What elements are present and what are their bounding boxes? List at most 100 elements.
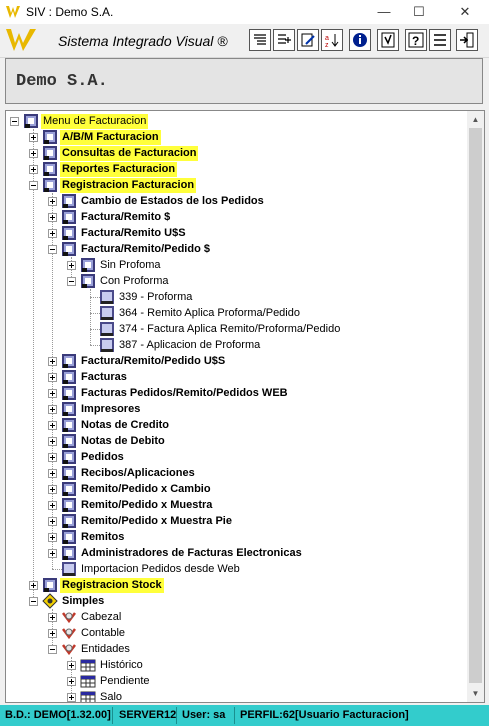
minimize-window-button[interactable]: —	[369, 0, 399, 24]
tree-node[interactable]: Cambio de Estados de los Pedidos	[6, 193, 468, 209]
tree-node[interactable]: Recibos/Aplicaciones	[6, 465, 468, 481]
tree-node[interactable]: Pedidos	[6, 449, 468, 465]
scroll-down-icon[interactable]: ▼	[467, 685, 484, 702]
collapse-icon[interactable]	[48, 645, 57, 654]
expand-icon[interactable]	[48, 469, 57, 478]
tree-node-label[interactable]: Entidades	[79, 642, 132, 657]
scroll-up-icon[interactable]: ▲	[467, 111, 484, 128]
expand-icon[interactable]	[48, 389, 57, 398]
expand-icon[interactable]	[48, 501, 57, 510]
tree-node[interactable]: Importacion Pedidos desde Web	[6, 561, 468, 577]
tree-node[interactable]: 387 - Aplicacion de Proforma	[6, 337, 468, 353]
tree-node-label[interactable]: Notas de Debito	[79, 434, 167, 449]
tree-node-label[interactable]: 387 - Aplicacion de Proforma	[117, 338, 262, 353]
collapse-icon[interactable]	[29, 181, 38, 190]
expand-icon[interactable]	[29, 581, 38, 590]
expand-icon[interactable]	[48, 197, 57, 206]
expand-icon[interactable]	[48, 517, 57, 526]
tree-node[interactable]: Reportes Facturacion	[6, 161, 468, 177]
tree-node-label[interactable]: Factura/Remito $	[79, 210, 172, 225]
collapse-icon[interactable]	[67, 277, 76, 286]
tree-node[interactable]: A/B/M Facturacion	[6, 129, 468, 145]
expand-icon[interactable]	[67, 261, 76, 270]
expand-icon[interactable]	[48, 357, 57, 366]
close-window-button[interactable]: ✕	[450, 0, 480, 24]
add-button[interactable]	[273, 29, 295, 51]
expand-icon[interactable]	[48, 421, 57, 430]
tree-node-label[interactable]: Registracion Stock	[60, 578, 164, 593]
tree-node-label[interactable]: Factura/Remito U$S	[79, 226, 188, 241]
tree-node[interactable]: Con Proforma	[6, 273, 468, 289]
tree-node-label[interactable]: Sin Profoma	[98, 258, 163, 273]
tree-node[interactable]: Remito/Pedido x Cambio	[6, 481, 468, 497]
tree-node[interactable]: 364 - Remito Aplica Proforma/Pedido	[6, 305, 468, 321]
tree-node-label[interactable]: Registracion Facturacion	[60, 178, 197, 193]
tree-node-label[interactable]: 374 - Factura Aplica Remito/Proforma/Ped…	[117, 322, 342, 337]
tree-node-label[interactable]: Histórico	[98, 658, 145, 673]
tree-node[interactable]: Factura/Remito $	[6, 209, 468, 225]
tree-node[interactable]: Remito/Pedido x Muestra	[6, 497, 468, 513]
tree-node-label[interactable]: Facturas Pedidos/Remito/Pedidos WEB	[79, 386, 290, 401]
tree-node[interactable]: Impresores	[6, 401, 468, 417]
scroll-thumb[interactable]	[469, 128, 482, 683]
expand-icon[interactable]	[48, 213, 57, 222]
tree-node-label[interactable]: Facturas	[79, 370, 129, 385]
tree-node-label[interactable]: Cambio de Estados de los Pedidos	[79, 194, 266, 209]
tree-node-label[interactable]: A/B/M Facturacion	[60, 130, 161, 145]
tree-node-label[interactable]: Salo	[98, 690, 124, 702]
tree-node-label[interactable]: Pendiente	[98, 674, 152, 689]
expand-icon[interactable]	[29, 149, 38, 158]
expand-icon[interactable]	[48, 453, 57, 462]
tree-node[interactable]: Notas de Credito	[6, 417, 468, 433]
tree-node-label[interactable]: Remitos	[79, 530, 126, 545]
collapse-icon[interactable]	[10, 117, 19, 126]
tree-node[interactable]: Sin Profoma	[6, 257, 468, 273]
expand-icon[interactable]	[29, 133, 38, 142]
collapse-icon[interactable]	[48, 245, 57, 254]
info-button[interactable]	[349, 29, 371, 51]
tree-node-label[interactable]: Simples	[60, 594, 106, 609]
sort-button[interactable]: az	[321, 29, 343, 51]
tree-node-label[interactable]: Impresores	[79, 402, 142, 417]
tree-node-label[interactable]: Cabezal	[79, 610, 123, 625]
tree-node-label[interactable]: 364 - Remito Aplica Proforma/Pedido	[117, 306, 302, 321]
tree-node[interactable]: Factura/Remito/Pedido U$S	[6, 353, 468, 369]
tree-node[interactable]: Simples	[6, 593, 468, 609]
tree-node[interactable]: Histórico	[6, 657, 468, 673]
tree-node[interactable]: Notas de Debito	[6, 433, 468, 449]
expand-icon[interactable]	[48, 549, 57, 558]
tree-node[interactable]: Entidades	[6, 641, 468, 657]
tree-node[interactable]: Remito/Pedido x Muestra Pie	[6, 513, 468, 529]
tree-node-label[interactable]: Pedidos	[79, 450, 126, 465]
tree-node-label[interactable]: Recibos/Aplicaciones	[79, 466, 197, 481]
tree-node[interactable]: Pendiente	[6, 673, 468, 689]
tree-node[interactable]: Contable	[6, 625, 468, 641]
tree-node-label[interactable]: Notas de Credito	[79, 418, 171, 433]
expand-icon[interactable]	[48, 437, 57, 446]
expand-icon[interactable]	[48, 373, 57, 382]
edit-button[interactable]	[297, 29, 319, 51]
tree-node-label[interactable]: Menu de Facturacion	[41, 114, 149, 129]
tree-node-label[interactable]: Factura/Remito/Pedido U$S	[79, 354, 227, 369]
tree-node[interactable]: Salo	[6, 689, 468, 702]
tree-node-label[interactable]: 339 - Proforma	[117, 290, 194, 305]
expand-icon[interactable]	[48, 485, 57, 494]
tree-node[interactable]: 374 - Factura Aplica Remito/Proforma/Ped…	[6, 321, 468, 337]
tree-node[interactable]: Consultas de Facturacion	[6, 145, 468, 161]
tree-node[interactable]: Menu de Facturacion	[6, 113, 468, 129]
vertical-scrollbar[interactable]: ▲ ▼	[467, 111, 484, 702]
tree-node-label[interactable]: Importacion Pedidos desde Web	[79, 562, 242, 577]
tree-node[interactable]: Facturas	[6, 369, 468, 385]
tree-node-label[interactable]: Contable	[79, 626, 127, 641]
expand-icon[interactable]	[29, 165, 38, 174]
maximize-window-button[interactable]: ☐	[404, 0, 434, 24]
tree-node[interactable]: Registracion Facturacion	[6, 177, 468, 193]
tree-node[interactable]: Remitos	[6, 529, 468, 545]
expand-icon[interactable]	[48, 405, 57, 414]
collapse-icon[interactable]	[29, 597, 38, 606]
tree-node[interactable]: Cabezal	[6, 609, 468, 625]
expand-icon[interactable]	[48, 629, 57, 638]
expand-icon[interactable]	[48, 613, 57, 622]
tree-node[interactable]: Factura/Remito/Pedido $	[6, 241, 468, 257]
minimize-button[interactable]	[429, 29, 451, 51]
